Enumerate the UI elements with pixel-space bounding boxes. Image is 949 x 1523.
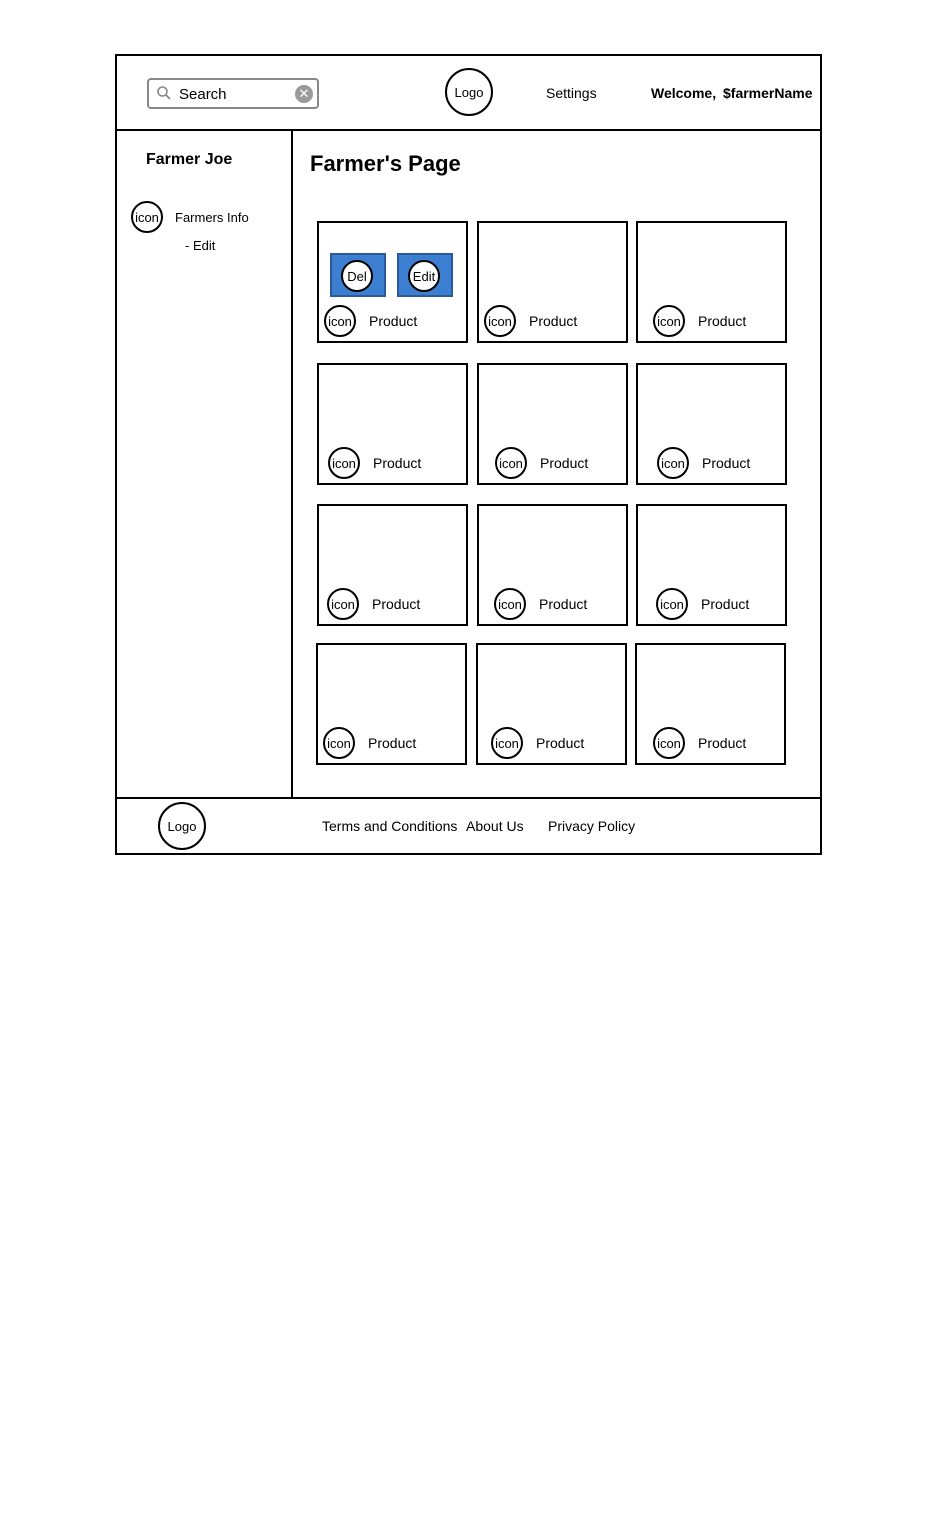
product-card[interactable]: icon Product — [636, 221, 787, 343]
product-label: Product — [702, 455, 751, 471]
farmer-name-label: $farmerName — [723, 85, 813, 101]
welcome-label: Welcome, — [651, 85, 717, 101]
product-label: Product — [698, 735, 747, 751]
product-label: Product — [368, 735, 417, 751]
product-label: Product — [539, 596, 588, 612]
search-icon — [157, 86, 171, 100]
product-icon-label: icon — [488, 313, 512, 329]
product-icon-label: icon — [499, 455, 523, 471]
product-icon-label: icon — [328, 313, 352, 329]
product-icon: icon — [327, 588, 359, 620]
product-label: Product — [369, 313, 418, 329]
product-card[interactable]: icon Product — [317, 363, 468, 485]
product-card[interactable]: icon Product — [636, 363, 787, 485]
page-frame: Search ✕ Logo Settings Welcome, $farmerN… — [115, 54, 822, 855]
product-icon-label: icon — [332, 455, 356, 471]
product-label: Product — [540, 455, 589, 471]
settings-link[interactable]: Settings — [546, 85, 597, 101]
product-card[interactable]: icon Product — [477, 504, 628, 626]
product-card[interactable]: Del Edit icon Product — [317, 221, 468, 343]
header-logo[interactable]: Logo — [445, 68, 493, 116]
delete-icon: Del — [341, 260, 373, 292]
product-label: Product — [701, 596, 750, 612]
product-card[interactable]: icon Product — [636, 504, 787, 626]
sidebar-item-farmers-info[interactable]: Farmers Info — [175, 210, 249, 225]
product-label: Product — [536, 735, 585, 751]
product-icon-label: icon — [661, 455, 685, 471]
product-icon-label: icon — [660, 596, 684, 612]
product-icon: icon — [324, 305, 356, 337]
product-icon-label: icon — [331, 596, 355, 612]
product-card[interactable]: icon Product — [316, 643, 467, 765]
footer-logo-label: Logo — [167, 818, 197, 834]
terms-link[interactable]: Terms and Conditions — [322, 818, 457, 834]
search-input[interactable]: Search ✕ — [147, 78, 319, 109]
product-label: Product — [529, 313, 578, 329]
product-card[interactable]: icon Product — [476, 643, 627, 765]
product-icon-label: icon — [327, 735, 351, 751]
clear-icon[interactable]: ✕ — [295, 85, 313, 103]
edit-button[interactable]: Edit — [397, 253, 453, 297]
search-placeholder: Search — [179, 86, 227, 103]
edit-label: Edit — [412, 268, 436, 284]
product-label: Product — [373, 455, 422, 471]
footer-divider — [117, 797, 820, 799]
farmers-info-icon: icon — [131, 201, 163, 233]
product-icon: icon — [328, 447, 360, 479]
product-icon-label: icon — [657, 735, 681, 751]
product-card[interactable]: icon Product — [477, 221, 628, 343]
delete-label: Del — [347, 268, 367, 284]
product-card[interactable]: icon Product — [477, 363, 628, 485]
product-card[interactable]: icon Product — [635, 643, 786, 765]
product-label: Product — [698, 313, 747, 329]
delete-button[interactable]: Del — [330, 253, 386, 297]
sidebar-divider — [291, 130, 293, 798]
product-icon: icon — [657, 447, 689, 479]
product-icon-label: icon — [498, 596, 522, 612]
product-icon-label: icon — [657, 313, 681, 329]
product-label: Product — [372, 596, 421, 612]
header-divider — [117, 129, 820, 131]
product-icon: icon — [323, 727, 355, 759]
product-icon: icon — [653, 305, 685, 337]
sidebar-item-edit[interactable]: - Edit — [185, 238, 215, 253]
product-icon: icon — [491, 727, 523, 759]
edit-icon: Edit — [408, 260, 440, 292]
product-icon: icon — [495, 447, 527, 479]
product-icon-label: icon — [495, 735, 519, 751]
sidebar-farmer-name: Farmer Joe — [146, 151, 233, 168]
product-icon: icon — [656, 588, 688, 620]
page-title: Farmer's Page — [310, 151, 461, 176]
farmers-info-icon-label: icon — [135, 209, 159, 225]
product-icon: icon — [653, 727, 685, 759]
privacy-link[interactable]: Privacy Policy — [548, 818, 635, 834]
product-card[interactable]: icon Product — [317, 504, 468, 626]
product-icon: icon — [494, 588, 526, 620]
product-icon: icon — [484, 305, 516, 337]
header-logo-label: Logo — [454, 84, 484, 100]
footer-logo[interactable]: Logo — [158, 802, 206, 850]
about-link[interactable]: About Us — [466, 818, 524, 834]
